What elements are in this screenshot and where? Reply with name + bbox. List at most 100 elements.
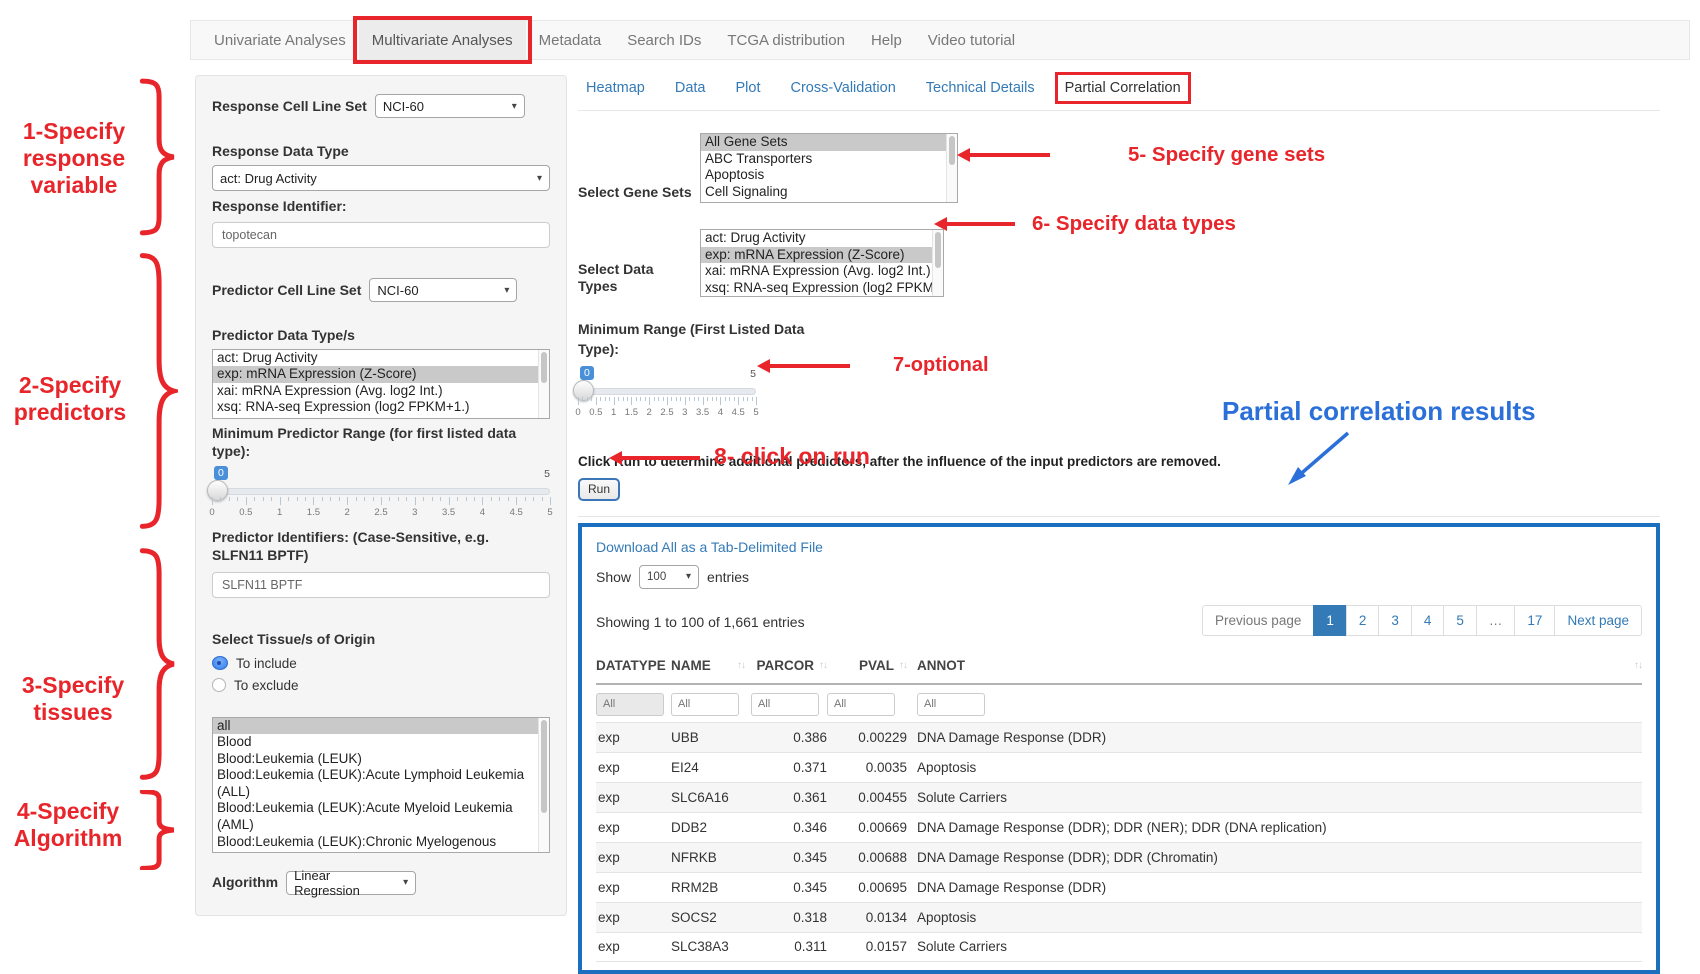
scrollbar[interactable] xyxy=(538,350,549,418)
table-row[interactable]: expDDB20.3460.00669DNA Damage Response (… xyxy=(596,812,1642,842)
slider-tick xyxy=(729,397,730,401)
page-next-button[interactable]: Next page xyxy=(1554,605,1642,636)
option-blood-leukemia-leuk-chronic-myelogenous-leukemia-cml[interactable]: Blood:Leukemia (LEUK):Chronic Myelogenou… xyxy=(213,834,549,853)
option-apoptosis[interactable]: Apoptosis xyxy=(701,167,957,184)
sort-icon[interactable]: ↑↓ xyxy=(819,660,827,671)
filter-input-pval[interactable] xyxy=(827,693,895,716)
predictor-identifiers-input[interactable] xyxy=(212,572,550,598)
page-2-button[interactable]: 2 xyxy=(1346,605,1380,636)
sort-icon[interactable]: ↑↓ xyxy=(737,660,745,671)
slider-tick xyxy=(364,497,365,501)
page-previous-button[interactable]: Previous page xyxy=(1202,605,1314,636)
tab-heatmap[interactable]: Heatmap xyxy=(586,80,645,96)
option-blood[interactable]: Blood xyxy=(213,734,549,751)
predictor-cell-line-set-select[interactable]: NCI-60 ▾ xyxy=(369,278,517,302)
chevron-down-icon: ▾ xyxy=(537,173,542,184)
option-act-drug-activity[interactable]: act: Drug Activity xyxy=(701,230,943,247)
slider-track[interactable] xyxy=(578,388,756,395)
scrollbar[interactable] xyxy=(538,718,549,852)
filter-input-parcor[interactable] xyxy=(751,693,819,716)
table-row[interactable]: expUBB0.3860.00229DNA Damage Response (D… xyxy=(596,722,1642,752)
page-5-button[interactable]: 5 xyxy=(1443,605,1477,636)
min-predictor-range-slider[interactable]: 0500.511.522.533.544.55 xyxy=(212,466,550,518)
min-range-slider[interactable]: 0500.511.522.533.544.55 xyxy=(578,366,756,418)
option-act-drug-activity[interactable]: act: Drug Activity xyxy=(213,350,549,367)
cell-name: SLC6A16 xyxy=(671,790,751,805)
algorithm-select[interactable]: Linear Regression ▾ xyxy=(286,871,416,895)
run-button[interactable]: Run xyxy=(578,478,620,501)
scrollbar-thumb[interactable] xyxy=(949,136,955,165)
option-xai-mrna-expression-avg-log2-int[interactable]: xai: mRNA Expression (Avg. log2 Int.) xyxy=(701,263,943,280)
column-header-annot[interactable]: ANNOT↑↓ xyxy=(907,658,1642,673)
slider-value-badge[interactable]: 0 xyxy=(580,366,594,380)
filter-input-annot[interactable] xyxy=(917,693,985,716)
slider-track[interactable] xyxy=(212,488,550,495)
gene-sets-listbox[interactable]: All Gene SetsABC TransportersApoptosisCe… xyxy=(700,133,958,203)
response-data-type-value: act: Drug Activity xyxy=(220,171,317,186)
option-cell-signaling[interactable]: Cell Signaling xyxy=(701,184,957,201)
table-row[interactable]: expNFRKB0.3450.00688DNA Damage Response … xyxy=(596,842,1642,872)
table-row[interactable]: expSLC38A30.3110.0157Solute Carriers xyxy=(596,932,1642,962)
option-exp-mrna-expression-z-score[interactable]: exp: mRNA Expression (Z-Score) xyxy=(701,247,943,264)
table-row[interactable]: expSLC6A160.3610.00455Solute Carriers xyxy=(596,782,1642,812)
predictor-data-types-listbox[interactable]: act: Drug Activityexp: mRNA Expression (… xyxy=(212,349,550,419)
tissue-listbox[interactable]: allBloodBlood:Leukemia (LEUK)Blood:Leuke… xyxy=(212,717,550,853)
tab-data[interactable]: Data xyxy=(675,80,706,96)
nav-item-search-ids[interactable]: Search IDs xyxy=(614,21,714,59)
slider-tick-label: 2 xyxy=(647,407,652,418)
radio-to-include[interactable] xyxy=(212,656,228,670)
page-4-button[interactable]: 4 xyxy=(1411,605,1445,636)
nav-item-multivariate-analyses[interactable]: Multivariate Analyses xyxy=(359,21,526,59)
data-types-listbox[interactable]: act: Drug Activityexp: mRNA Expression (… xyxy=(700,229,944,297)
radio-to-exclude[interactable] xyxy=(212,678,226,692)
table-row[interactable]: expSOCS20.3180.0134Apoptosis xyxy=(596,902,1642,932)
page-3-button[interactable]: 3 xyxy=(1378,605,1412,636)
sort-icon[interactable]: ↑↓ xyxy=(899,660,907,671)
download-all-link[interactable]: Download All as a Tab-Delimited File xyxy=(596,539,823,555)
column-header-datatype[interactable]: DATATYPE↑↓ xyxy=(596,658,671,673)
option-xai-mrna-expression-avg-log2-int[interactable]: xai: mRNA Expression (Avg. log2 Int.) xyxy=(213,383,549,400)
option-abc-transporters[interactable]: ABC Transporters xyxy=(701,151,957,168)
nav-item-help[interactable]: Help xyxy=(858,21,915,59)
min-range-label: Minimum Range (First Listed Data Type): xyxy=(578,319,813,360)
scrollbar[interactable] xyxy=(932,230,943,296)
option-xsq-rna-seq-expression-log2-fpkm-1[interactable]: xsq: RNA-seq Expression (log2 FPKM+1.) xyxy=(213,399,549,416)
column-header-name[interactable]: NAME↑↓ xyxy=(671,658,751,673)
response-identifier-input[interactable] xyxy=(212,222,550,248)
response-data-type-select[interactable]: act: Drug Activity ▾ xyxy=(212,165,550,191)
table-row[interactable]: expEI240.3710.0035Apoptosis xyxy=(596,752,1642,782)
scrollbar-thumb[interactable] xyxy=(541,720,547,814)
option-blood-leukemia-leuk-acute-myeloid-leukemia-aml[interactable]: Blood:Leukemia (LEUK):Acute Myeloid Leuk… xyxy=(213,800,549,833)
nav-item-metadata[interactable]: Metadata xyxy=(526,21,615,59)
nav-item-video-tutorial[interactable]: Video tutorial xyxy=(915,21,1028,59)
option-exp-mrna-expression-z-score[interactable]: exp: mRNA Expression (Z-Score) xyxy=(213,366,549,383)
scrollbar-thumb[interactable] xyxy=(935,232,941,268)
filter-input-name[interactable] xyxy=(671,693,739,716)
table-row[interactable]: expRRM2B0.3450.00695DNA Damage Response … xyxy=(596,872,1642,902)
nav-item-tcga-distribution[interactable]: TCGA distribution xyxy=(714,21,858,59)
tab-partial-correlation[interactable]: Partial Correlation xyxy=(1065,80,1181,96)
option-all[interactable]: all xyxy=(213,718,549,735)
scrollbar-thumb[interactable] xyxy=(541,352,547,383)
column-header-pval[interactable]: PVAL↑↓ xyxy=(827,658,907,673)
option-xsq-rna-seq-expression-log2-fpkm-1[interactable]: xsq: RNA-seq Expression (log2 FPKM+1.) xyxy=(701,280,943,297)
page-1-button[interactable]: 1 xyxy=(1313,605,1347,636)
nav-item-univariate-analyses[interactable]: Univariate Analyses xyxy=(201,21,359,59)
slider-value-badge[interactable]: 0 xyxy=(214,466,228,480)
tab-cross-validation[interactable]: Cross-Validation xyxy=(790,80,895,96)
sort-icon[interactable]: ↑↓ xyxy=(1634,660,1642,671)
option-blood-leukemia-leuk-acute-lymphoid-leukemia-all[interactable]: Blood:Leukemia (LEUK):Acute Lymphoid Leu… xyxy=(213,767,549,800)
filter-input-datatype[interactable] xyxy=(596,693,664,716)
response-cell-line-set-select[interactable]: NCI-60 ▾ xyxy=(375,94,525,118)
option-blood-leukemia-leuk[interactable]: Blood:Leukemia (LEUK) xyxy=(213,751,549,768)
tab-plot[interactable]: Plot xyxy=(735,80,760,96)
tab-technical-details[interactable]: Technical Details xyxy=(926,80,1035,96)
slider-tick xyxy=(636,397,637,401)
slider-tick xyxy=(347,497,348,505)
column-header-parcor[interactable]: PARCOR↑↓ xyxy=(751,658,827,673)
option-all-gene-sets[interactable]: All Gene Sets xyxy=(701,134,957,151)
show-entries-select[interactable]: 100 ▾ xyxy=(639,565,699,589)
page-17-button[interactable]: 17 xyxy=(1514,605,1555,636)
slider-tick xyxy=(457,497,458,501)
scrollbar[interactable] xyxy=(946,134,957,202)
